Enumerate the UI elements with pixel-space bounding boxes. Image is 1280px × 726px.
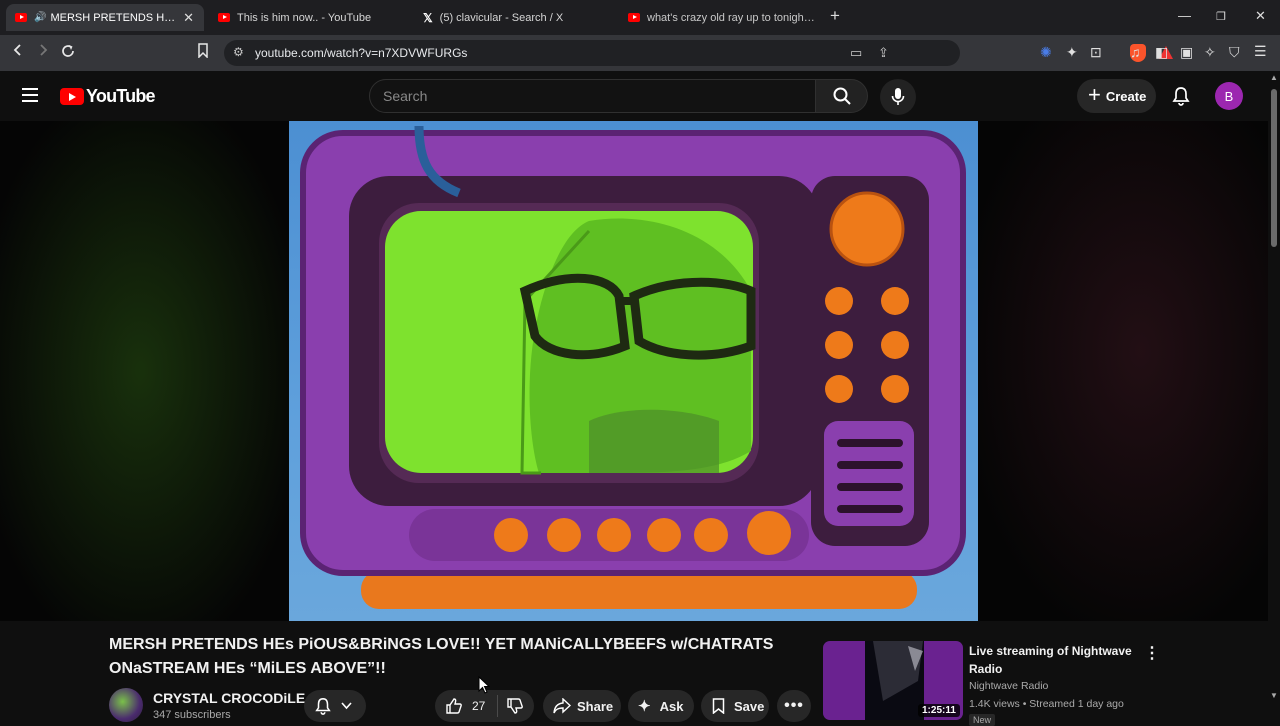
- create-button[interactable]: + Create: [1077, 79, 1156, 113]
- microphone-icon: [891, 88, 905, 105]
- tab-2[interactable]: This is him now.. - YouTube: [210, 4, 408, 31]
- recommendation-channel[interactable]: Nightwave Radio: [969, 680, 1048, 692]
- puzzle-icon[interactable]: ✦: [1066, 44, 1078, 61]
- recommendation-title[interactable]: Live streaming of Nightwave Radio: [969, 642, 1139, 678]
- save-button[interactable]: Save: [701, 690, 769, 722]
- screenshot-icon[interactable]: ⊡: [1090, 44, 1102, 61]
- plus-icon: +: [1088, 82, 1101, 107]
- address-bar[interactable]: ⚙ youtube.com/watch?v=n7XDVWFURGs ▭ ⇪: [224, 40, 1173, 66]
- forward-icon[interactable]: [37, 43, 49, 62]
- browser-tab-bar: 🔊 MERSH PRETENDS HEs PiOUS& ✕ This is hi…: [0, 0, 1280, 35]
- page-scrollbar[interactable]: ▲ ▼: [1268, 71, 1280, 720]
- reload-icon[interactable]: [60, 43, 76, 64]
- search-button[interactable]: [815, 79, 868, 113]
- bell-icon: [315, 698, 331, 715]
- recommendation-meta: 1.4K views • Streamed 1 day ago: [969, 698, 1124, 710]
- extension-icon[interactable]: ✺: [1040, 44, 1052, 61]
- speaker-icon[interactable]: 🔊: [34, 12, 46, 23]
- more-horizontal-icon: •••: [784, 697, 804, 714]
- youtube-header: YouTube + Create B: [0, 71, 1268, 121]
- tab-title: MERSH PRETENDS HEs PiOUS&: [50, 11, 180, 24]
- video-player[interactable]: [289, 121, 978, 621]
- new-badge: New: [969, 714, 996, 726]
- like-dislike-group: 27: [435, 690, 534, 722]
- ask-button[interactable]: ✦ Ask: [628, 690, 694, 722]
- youtube-icon: [15, 13, 27, 22]
- share-button[interactable]: Share: [543, 690, 621, 722]
- x-icon: 𝕏: [423, 10, 433, 25]
- share-icon: [553, 698, 571, 714]
- share-page-icon[interactable]: ⇪: [878, 45, 889, 61]
- ask-label: Ask: [659, 698, 684, 714]
- scroll-up-arrow-icon[interactable]: ▲: [1270, 73, 1278, 82]
- youtube-icon: [628, 13, 640, 22]
- youtube-logo[interactable]: YouTube: [60, 86, 156, 107]
- channel-avatar[interactable]: [109, 688, 143, 722]
- tab-title: (5) clavicular - Search / X: [439, 11, 564, 24]
- scrollbar-thumb[interactable]: [1271, 89, 1277, 247]
- bookmark-icon[interactable]: [197, 43, 209, 63]
- thumbs-down-icon: [507, 698, 524, 714]
- new-tab-icon[interactable]: +: [830, 6, 840, 26]
- account-avatar[interactable]: B: [1215, 82, 1243, 110]
- tab-3[interactable]: 𝕏 (5) clavicular - Search / X: [415, 4, 615, 31]
- create-label: Create: [1105, 88, 1147, 104]
- leo-ai-icon[interactable]: ✧: [1204, 44, 1216, 61]
- like-divider: [497, 695, 499, 717]
- back-icon[interactable]: [12, 43, 24, 62]
- tab-active[interactable]: 🔊 MERSH PRETENDS HEs PiOUS& ✕: [6, 4, 204, 31]
- browser-toolbar: ⚙ youtube.com/watch?v=n7XDVWFURGs ▭ ⇪ ✺ …: [0, 35, 1280, 71]
- close-tab-icon[interactable]: ✕: [183, 10, 194, 26]
- like-button[interactable]: 27: [445, 697, 485, 715]
- restore-icon[interactable]: ❐: [1216, 10, 1226, 23]
- search-box[interactable]: [369, 79, 816, 113]
- tab-title: what's crazy old ray up to tonight? (g: [647, 11, 816, 24]
- subscriber-count: 347 subscribers: [153, 709, 231, 721]
- more-vertical-icon[interactable]: ⋮: [1144, 643, 1160, 663]
- tab-4[interactable]: what's crazy old ray up to tonight? (g: [620, 4, 816, 31]
- more-actions-button[interactable]: •••: [777, 690, 811, 722]
- url-text: youtube.com/watch?v=n7XDVWFURGs: [255, 46, 468, 60]
- share-label: Share: [577, 698, 614, 714]
- channel-name[interactable]: CRYSTAL CROCODiLE: [153, 690, 305, 706]
- wallet-icon[interactable]: ▣: [1180, 44, 1193, 61]
- cast-icon[interactable]: ▭: [850, 45, 862, 61]
- tab-title: This is him now.. - YouTube: [237, 11, 372, 24]
- guide-menu-icon[interactable]: [22, 88, 38, 102]
- youtube-icon: [218, 13, 230, 22]
- save-label: Save: [734, 698, 765, 714]
- search-icon: [833, 87, 851, 105]
- dislike-button[interactable]: [506, 697, 524, 715]
- mouse-cursor-icon: [478, 676, 490, 694]
- chevron-down-icon: [341, 702, 352, 710]
- video-duration: 1:25:11: [918, 704, 960, 717]
- music-icon[interactable]: ♫: [1130, 44, 1141, 60]
- notifications-bell-icon[interactable]: [1171, 86, 1191, 111]
- sparkle-icon: ✦: [638, 698, 651, 715]
- youtube-logo-text: YouTube: [86, 86, 156, 106]
- video-title: MERSH PRETENDS HEs PiOUS&BRiNGS LOVE!! Y…: [109, 636, 774, 677]
- thumbs-up-icon: [446, 698, 462, 714]
- sidebar-icon[interactable]: ◧: [1155, 44, 1168, 61]
- video-frame-clay-tv: [300, 125, 966, 609]
- youtube-play-icon: [60, 88, 84, 105]
- close-window-icon[interactable]: ✕: [1255, 8, 1266, 24]
- scroll-down-arrow-icon[interactable]: ▼: [1270, 691, 1278, 700]
- search-input[interactable]: [383, 88, 803, 104]
- site-settings-icon[interactable]: ⚙: [233, 45, 244, 59]
- menu-icon[interactable]: ☰: [1254, 43, 1267, 60]
- subscription-bell-button[interactable]: [304, 690, 366, 722]
- like-count: 27: [472, 699, 486, 713]
- bookmark-save-icon: [712, 698, 725, 714]
- vpn-icon[interactable]: ⛉: [1229, 44, 1240, 61]
- voice-search-button[interactable]: [880, 79, 916, 115]
- minimize-icon[interactable]: —: [1178, 8, 1191, 23]
